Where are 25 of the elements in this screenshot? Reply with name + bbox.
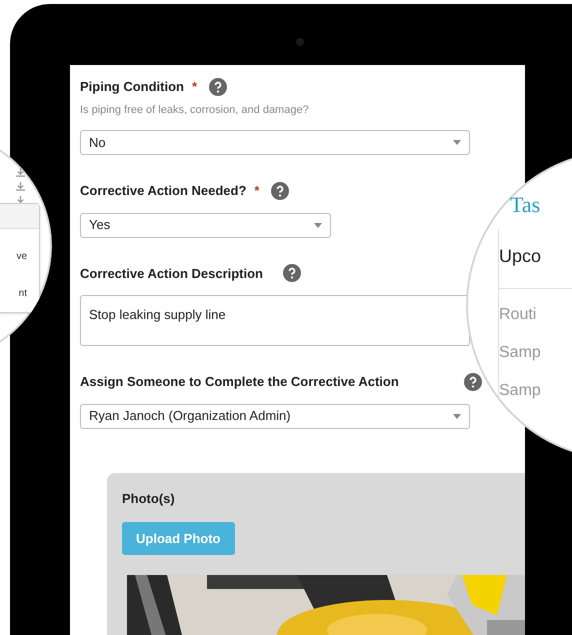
select-field[interactable]: No [80,130,470,155]
field-label: Piping Condition [80,78,184,96]
download-icon[interactable] [16,168,25,177]
required-mark: * [192,78,198,96]
select-field[interactable]: Ryan Janoch (Organization Admin) [80,404,470,428]
field-label: Corrective Action Description [80,264,264,283]
help-icon[interactable] [209,78,228,96]
menu-item[interactable]: ve [16,249,27,264]
help-text: Is piping free of leaks, corrosion, and damage? [80,102,310,118]
menu-item[interactable]: nt [18,286,27,301]
help-icon[interactable] [464,372,482,391]
help-icon[interactable] [283,264,302,282]
caret-icon [453,414,461,418]
select-field[interactable]: Yes [80,212,331,238]
section-title: Photo(s) [122,490,175,508]
help-icon[interactable] [271,182,290,200]
required-mark: * [254,182,260,200]
camera-icon [296,38,304,46]
field-label: Corrective Action Needed? [80,182,246,200]
caret-icon [314,222,322,228]
section-heading: Upco [499,229,572,289]
text-area[interactable]: Stop leaking supply line [80,295,470,346]
page-title: Tas [510,191,542,219]
caret-icon [453,140,461,145]
field-label: Assign Someone to Complete the Corrective Action [80,373,399,391]
